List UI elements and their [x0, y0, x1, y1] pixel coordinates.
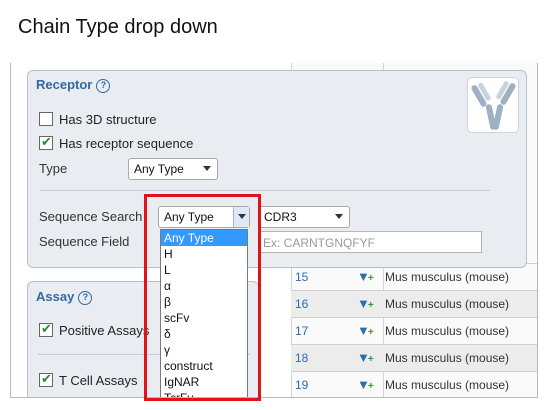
- has-receptor-sequence-checkbox[interactable]: [39, 134, 53, 150]
- table-row[interactable]: 19 ▼+ Mus musculus (mouse): [291, 371, 537, 397]
- assay-title-text: Assay: [36, 289, 75, 304]
- filter-add-icon[interactable]: ▼+: [357, 269, 374, 284]
- has-receptor-sequence-row[interactable]: Has receptor sequence: [39, 134, 194, 151]
- sequence-field-input[interactable]: Ex: CARNTGNQFYF: [258, 231, 482, 253]
- row-number[interactable]: 15: [295, 270, 308, 284]
- sequence-field-placeholder: Ex: CARNTGNQFYF: [263, 236, 376, 250]
- table-row[interactable]: 18 ▼+ Mus musculus (mouse): [291, 344, 537, 371]
- receptor-title: Receptor?: [36, 77, 111, 93]
- positive-assays-label: Positive Assays: [59, 323, 150, 338]
- chevron-down-icon: [203, 166, 211, 171]
- filter-add-icon[interactable]: ▼+: [357, 296, 374, 311]
- t-cell-assays-label: T Cell Assays: [59, 373, 138, 388]
- antibody-icon: [467, 77, 519, 133]
- table-row[interactable]: 17 ▼+ Mus musculus (mouse): [291, 317, 537, 344]
- receptor-panel: Receptor? Has 3D structure Has receptor …: [27, 70, 527, 268]
- cdr-select[interactable]: CDR3: [258, 206, 350, 228]
- receptor-title-text: Receptor: [36, 77, 93, 92]
- table-row[interactable]: 16 ▼+ Mus musculus (mouse): [291, 290, 537, 317]
- sequence-field-label: Sequence Field: [39, 234, 130, 249]
- organism-cell: Mus musculus (mouse): [385, 297, 510, 311]
- row-number[interactable]: 19: [295, 378, 308, 392]
- filter-add-icon[interactable]: ▼+: [357, 377, 374, 392]
- chevron-down-icon: [335, 214, 343, 219]
- filter-add-icon[interactable]: ▼+: [357, 350, 374, 365]
- type-select-value: Any Type: [134, 162, 184, 176]
- positive-assays-checkbox[interactable]: [39, 321, 53, 337]
- type-select[interactable]: Any Type: [128, 158, 218, 180]
- assay-title: Assay?: [36, 289, 93, 305]
- app-frame: 15 ▼+ Mus musculus (mouse) 16 ▼+ Mus musculus…: [10, 63, 538, 398]
- organism-cell: Mus musculus (mouse): [385, 270, 510, 284]
- positive-assays-row[interactable]: Positive Assays: [39, 321, 150, 338]
- highlight-box: [144, 194, 261, 401]
- filter-add-icon[interactable]: ▼+: [357, 323, 374, 338]
- sequence-search-label: Sequence Search: [39, 209, 143, 224]
- has-3d-structure-row[interactable]: Has 3D structure: [39, 112, 157, 127]
- has-3d-structure-label: Has 3D structure: [59, 112, 157, 127]
- row-number[interactable]: 16: [295, 297, 308, 311]
- row-number[interactable]: 17: [295, 324, 308, 338]
- has-3d-structure-checkbox[interactable]: [39, 112, 53, 126]
- t-cell-assays-checkbox[interactable]: [39, 371, 53, 387]
- cdr-select-value: CDR3: [264, 210, 297, 224]
- type-label: Type: [39, 161, 68, 176]
- has-receptor-sequence-label: Has receptor sequence: [59, 136, 194, 151]
- help-icon[interactable]: ?: [96, 79, 111, 93]
- organism-cell: Mus musculus (mouse): [385, 378, 510, 392]
- help-icon[interactable]: ?: [78, 291, 93, 305]
- organism-cell: Mus musculus (mouse): [385, 351, 510, 365]
- t-cell-assays-row[interactable]: T Cell Assays: [39, 371, 138, 388]
- organism-cell: Mus musculus (mouse): [385, 324, 510, 338]
- row-number[interactable]: 18: [295, 351, 308, 365]
- caption: Chain Type drop down: [18, 16, 218, 38]
